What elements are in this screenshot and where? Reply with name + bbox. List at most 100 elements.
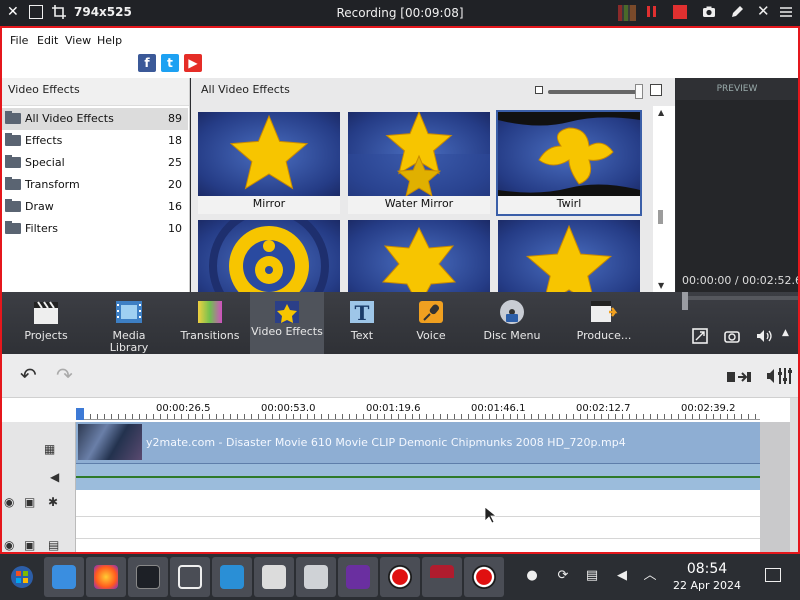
pen-icon[interactable] xyxy=(730,5,744,19)
taskbar-windows[interactable] xyxy=(170,557,210,597)
volume-icon[interactable] xyxy=(756,328,772,344)
split-icon[interactable] xyxy=(726,370,752,384)
youtube-icon[interactable]: ▶ xyxy=(184,54,202,72)
taskbar-video-editor[interactable] xyxy=(338,557,378,597)
small-thumbs-icon[interactable] xyxy=(535,86,543,94)
tool-projects[interactable]: Projects xyxy=(10,292,82,354)
facebook-icon[interactable]: f xyxy=(138,54,156,72)
settings-icon xyxy=(136,565,160,589)
tool-video-effects[interactable]: Video Effects xyxy=(250,292,324,354)
tool-produce[interactable]: Produce... xyxy=(562,292,646,354)
folder-icon xyxy=(5,177,21,190)
tool-label: Text xyxy=(350,329,374,342)
large-thumbs-icon[interactable] xyxy=(650,84,662,96)
category-count: 10 xyxy=(168,222,182,235)
menu-help[interactable]: Help xyxy=(97,34,122,47)
fullscreen-icon[interactable] xyxy=(692,328,708,344)
svg-text:T: T xyxy=(355,301,370,325)
effect-thumbnail xyxy=(198,112,340,196)
tool-label: Voice xyxy=(416,329,446,342)
lock-icon[interactable]: ▣ xyxy=(24,538,35,552)
tool-disc-menu[interactable]: Disc Menu xyxy=(472,292,552,354)
taskbar-wine[interactable] xyxy=(422,557,462,597)
taskbar-kde[interactable] xyxy=(212,557,252,597)
effect-label: Water Mirror xyxy=(384,197,454,210)
ruler-tick-label: 00:01:46.1 xyxy=(471,403,526,414)
menu-edit[interactable]: Edit xyxy=(37,34,58,47)
eye-icon[interactable]: ◉ xyxy=(4,495,14,509)
snapshot-icon[interactable] xyxy=(724,328,740,344)
audio-waveform xyxy=(76,476,760,478)
scroll-down-icon[interactable]: ▼ xyxy=(658,281,664,290)
clock-time[interactable]: 08:54 xyxy=(684,561,730,577)
effect-tile[interactable]: Mirror xyxy=(198,112,340,214)
tool-voice[interactable]: Voice xyxy=(398,292,464,354)
timeline-vertical-scrollbar[interactable] xyxy=(790,398,798,554)
seek-handle[interactable] xyxy=(682,292,688,310)
effect-tile[interactable]: Water Mirror xyxy=(348,112,490,214)
redo-icon[interactable]: ↷ xyxy=(56,365,80,386)
taskbar-wine-app[interactable] xyxy=(254,557,294,597)
menu-view[interactable]: View xyxy=(65,34,91,47)
panel-title: Video Effects xyxy=(2,78,189,106)
show-desktop-icon[interactable] xyxy=(765,568,781,582)
effect-tile[interactable]: Twirl xyxy=(496,110,642,216)
audio-clip[interactable] xyxy=(76,464,760,490)
video-clip[interactable]: y2mate.com - Disaster Movie 610 Movie CL… xyxy=(76,422,760,464)
camera-icon[interactable] xyxy=(702,5,716,19)
tray-clipboard-icon[interactable]: ▤ xyxy=(584,568,600,584)
eye-icon[interactable]: ◉ xyxy=(4,538,14,552)
close-recorder-icon[interactable]: ✕ xyxy=(757,4,771,19)
category-item[interactable]: Special 25 xyxy=(2,152,188,174)
category-item[interactable]: Transform 20 xyxy=(2,174,188,196)
scroll-thumb[interactable] xyxy=(658,210,663,224)
effect-tile[interactable] xyxy=(198,220,340,304)
category-item[interactable]: Filters 10 xyxy=(2,218,188,240)
preview-seek-bar[interactable] xyxy=(682,296,798,300)
playhead-marker[interactable] xyxy=(76,408,84,420)
start-button[interactable] xyxy=(2,557,42,597)
thumbnail-size-slider[interactable] xyxy=(548,90,640,94)
audio-mixer-icon[interactable] xyxy=(766,366,792,386)
track-divider xyxy=(76,538,760,539)
taskbar-settings[interactable] xyxy=(128,557,168,597)
undo-icon[interactable]: ↶ xyxy=(20,365,44,386)
tool-text[interactable]: T Text xyxy=(328,292,396,354)
menu-file[interactable]: File xyxy=(10,34,28,47)
stop-recording-button[interactable] xyxy=(673,5,687,19)
taskbar-recorder-2[interactable] xyxy=(464,557,504,597)
slider-handle[interactable] xyxy=(635,84,643,99)
taskbar-firefox[interactable] xyxy=(86,557,126,597)
category-item[interactable]: Draw 16 xyxy=(2,196,188,218)
menu-icon[interactable] xyxy=(779,5,793,19)
recorder-toolbar: ✕ 794x525 Recording [00:09:08] ✕ xyxy=(0,0,800,26)
effect-tile[interactable] xyxy=(498,220,640,304)
grid-scrollbar[interactable]: ▲ ▼ xyxy=(653,106,675,292)
effects-grid-panel: All Video Effects Mirror Water Mirror Twir… xyxy=(191,78,675,304)
timeline-scroll-area[interactable] xyxy=(760,422,790,554)
lock-icon[interactable]: ▣ xyxy=(24,495,35,509)
taskbar-zip[interactable] xyxy=(296,557,336,597)
tray-update-icon[interactable]: ⟳ xyxy=(555,568,571,584)
record-icon xyxy=(388,565,412,589)
category-item[interactable]: Effects 18 xyxy=(2,130,188,152)
clock-date[interactable]: 22 Apr 2024 xyxy=(664,579,750,592)
effect-tile[interactable] xyxy=(348,220,490,304)
chevron-up-icon[interactable]: ▲ xyxy=(782,328,798,344)
taskbar-file-manager[interactable] xyxy=(44,557,84,597)
category-count: 89 xyxy=(168,112,182,125)
tool-transitions[interactable]: Transitions xyxy=(174,292,246,354)
tray-expand-icon[interactable]: ︿ xyxy=(642,568,658,584)
tool-media-library[interactable]: Media Library xyxy=(92,292,166,354)
taskbar-recorder[interactable] xyxy=(380,557,420,597)
time-ruler[interactable]: 00:00:26.5 00:00:53.0 00:01:19.6 00:01:46.1… xyxy=(76,398,760,420)
pause-recording-button[interactable] xyxy=(645,5,659,19)
effects-category-panel: Video Effects All Video Effects 89 Effects… xyxy=(2,78,190,292)
scroll-up-icon[interactable]: ▲ xyxy=(658,108,664,117)
category-count: 25 xyxy=(168,156,182,169)
tray-muted-icon[interactable]: ◀ xyxy=(614,568,630,584)
tray-record-icon[interactable]: ● xyxy=(524,568,540,584)
twitter-icon[interactable]: t xyxy=(161,54,179,72)
category-item[interactable]: All Video Effects 89 xyxy=(2,108,188,130)
kde-icon xyxy=(220,565,244,589)
